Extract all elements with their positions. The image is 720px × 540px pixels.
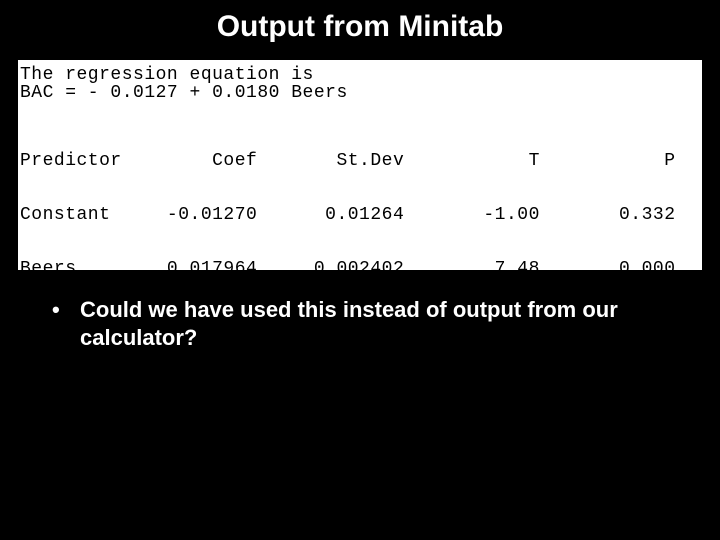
- predictor-header-row: Predictor Coef St.Dev T P: [20, 152, 702, 170]
- regression-intro-line-1: The regression equation is: [20, 66, 702, 84]
- regression-equation-line: BAC = - 0.0127 + 0.0180 Beers: [20, 84, 702, 102]
- bullet-dot-icon: •: [52, 296, 80, 324]
- predictor-row-constant: Constant -0.01270 0.01264 -1.00 0.332: [20, 206, 702, 224]
- bullet-item-1: • Could we have used this instead of out…: [52, 296, 680, 351]
- bullet-text-1: Could we have used this instead of outpu…: [80, 296, 680, 351]
- slide-title: Output from Minitab: [0, 0, 720, 44]
- bullet-list: • Could we have used this instead of out…: [52, 296, 680, 351]
- predictor-table: Predictor Coef St.Dev T P Constant -0.01…: [20, 102, 702, 314]
- predictor-row-beers: Beers 0.017964 0.002402 7.48 0.000: [20, 260, 702, 278]
- slide: Output from Minitab The regression equat…: [0, 0, 720, 540]
- minitab-output-box: The regression equation is BAC = - 0.012…: [18, 60, 702, 270]
